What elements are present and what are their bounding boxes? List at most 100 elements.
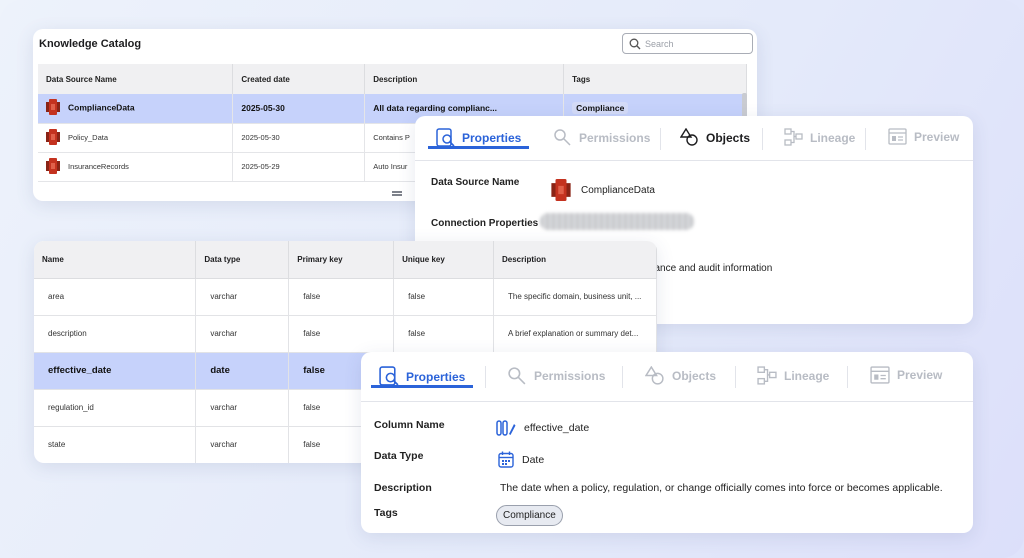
key-icon bbox=[508, 367, 526, 385]
tab-divider bbox=[622, 366, 623, 388]
description-cell: A brief explanation or summary det... bbox=[493, 315, 657, 353]
objects-icon bbox=[680, 128, 698, 146]
source-name: ComplianceData bbox=[68, 102, 135, 113]
redacted-connection-value bbox=[540, 213, 694, 230]
source-name-label: Data Source Name bbox=[431, 177, 520, 188]
tab-label: Permissions bbox=[579, 130, 651, 145]
key-icon bbox=[554, 129, 571, 146]
unique-key: false bbox=[393, 278, 494, 316]
tab-label: Preview bbox=[897, 368, 943, 382]
search-placeholder: Search bbox=[645, 38, 674, 49]
column-header[interactable]: Data Source Name bbox=[38, 64, 234, 94]
objects-icon bbox=[645, 366, 664, 385]
tab-objects[interactable]: Objects bbox=[645, 366, 716, 386]
data-type: date bbox=[195, 352, 290, 390]
tab-permissions[interactable]: Permissions bbox=[553, 128, 650, 147]
data-type: varchar bbox=[195, 426, 290, 463]
catalog-title: Knowledge Catalog bbox=[39, 38, 142, 50]
data-source-icon bbox=[551, 179, 571, 206]
properties-icon bbox=[379, 366, 399, 386]
preview-icon bbox=[888, 128, 907, 145]
tab-label: Properties bbox=[406, 369, 466, 384]
tab-properties[interactable]: Properties bbox=[370, 366, 474, 388]
column-header[interactable]: Description bbox=[493, 241, 657, 279]
tab-label: Lineage bbox=[810, 130, 856, 145]
column-name: regulation_id bbox=[34, 389, 197, 427]
column-name: description bbox=[34, 315, 197, 353]
tag-pill[interactable]: Compliance bbox=[496, 505, 563, 526]
tab-label: Properties bbox=[462, 131, 522, 145]
tab-label: Objects bbox=[706, 130, 751, 145]
tab-label: Permissions bbox=[534, 369, 606, 383]
tab-divider bbox=[847, 366, 848, 388]
column-header[interactable]: Tags bbox=[563, 64, 747, 94]
table-row[interactable]: area varchar false false The specific do… bbox=[34, 278, 657, 316]
search-input[interactable]: Search bbox=[622, 33, 753, 54]
data-type: varchar bbox=[195, 278, 290, 316]
column-name: effective_date bbox=[34, 352, 197, 390]
tab-label: Objects bbox=[672, 369, 717, 383]
column-name: area bbox=[34, 278, 197, 316]
data-type: varchar bbox=[195, 315, 290, 353]
column-header[interactable]: Unique key bbox=[393, 241, 494, 279]
unique-key: false bbox=[393, 315, 494, 353]
tab-label: Preview bbox=[914, 129, 960, 144]
preview-icon bbox=[870, 366, 890, 384]
tab-divider bbox=[485, 366, 486, 388]
column-name-value: effective_date bbox=[496, 420, 589, 436]
search-icon bbox=[629, 38, 641, 49]
data-source-icon bbox=[46, 128, 60, 147]
description-value: The date when a policy, regulation, or c… bbox=[500, 482, 943, 494]
primary-key: false bbox=[288, 278, 395, 316]
source-name: Policy_Data bbox=[68, 132, 109, 142]
table-row[interactable]: description varchar false false A brief … bbox=[34, 315, 657, 353]
tags-label: Tags bbox=[374, 507, 398, 519]
connection-properties-label: Connection Properties bbox=[431, 218, 539, 229]
column-header[interactable]: Data type bbox=[195, 241, 290, 279]
column-name: state bbox=[34, 426, 197, 463]
tab-preview[interactable]: Preview bbox=[888, 128, 959, 145]
description-cell: The specific domain, business unit, ... bbox=[493, 278, 657, 316]
calendar-icon bbox=[498, 451, 514, 468]
lineage-icon bbox=[784, 128, 803, 146]
column-name-label: Column Name bbox=[374, 419, 445, 431]
source-name-value: ComplianceData bbox=[581, 185, 655, 196]
column-header[interactable]: Name bbox=[34, 241, 197, 279]
data-type-label: Data Type bbox=[374, 450, 424, 462]
tab-lineage[interactable]: Lineage bbox=[784, 128, 855, 147]
primary-key: false bbox=[288, 315, 395, 353]
tab-divider bbox=[735, 366, 736, 388]
tab-divider bbox=[660, 128, 661, 150]
resize-handle[interactable] bbox=[392, 191, 402, 196]
data-source-icon bbox=[46, 157, 60, 176]
tab-preview[interactable]: Preview bbox=[870, 366, 942, 384]
source-name: InsuranceRecords bbox=[68, 161, 129, 171]
data-type: varchar bbox=[195, 389, 290, 427]
column-header[interactable]: Primary key bbox=[288, 241, 395, 279]
tab-lineage[interactable]: Lineage bbox=[757, 366, 829, 386]
created-date: 2025-05-29 bbox=[232, 152, 366, 182]
tab-properties[interactable]: Properties bbox=[427, 128, 530, 149]
tab-bar: Properties Permissions Objects Lineage P… bbox=[361, 352, 973, 402]
column-icon bbox=[496, 420, 516, 436]
data-source-icon bbox=[46, 99, 60, 117]
column-header[interactable]: Description bbox=[364, 64, 565, 94]
data-type-value: Date bbox=[498, 451, 544, 468]
description-fragment: liance and audit information bbox=[650, 263, 773, 274]
tab-divider bbox=[762, 128, 763, 150]
tag-badge: Compliance bbox=[572, 102, 629, 115]
tab-divider bbox=[865, 128, 866, 150]
tab-permissions[interactable]: Permissions bbox=[507, 366, 605, 386]
data-type-text: Date bbox=[522, 453, 545, 466]
column-name-text: effective_date bbox=[524, 422, 590, 434]
description-label: Description bbox=[374, 482, 432, 494]
created-date: 2025-05-30 bbox=[232, 123, 366, 153]
created-date: 2025-05-30 bbox=[232, 94, 366, 124]
tab-bar: Properties Permissions Objects Lineage P… bbox=[415, 116, 973, 161]
tab-label: Lineage bbox=[784, 369, 830, 383]
column-header[interactable]: Created date bbox=[232, 64, 366, 94]
properties-icon bbox=[436, 128, 455, 147]
column-properties-card: Properties Permissions Objects Lineage P… bbox=[361, 352, 973, 533]
tab-objects[interactable]: Objects bbox=[680, 128, 750, 147]
lineage-icon bbox=[757, 366, 777, 385]
